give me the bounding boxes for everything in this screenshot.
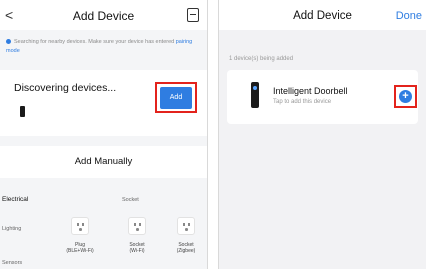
subcategory-socket: Socket [122,197,139,203]
category-sensors[interactable]: Sensors [2,260,22,266]
device-thumbnail-icon [20,106,25,117]
device-label-socket-zigbee: Socket (Zigbee) [176,242,196,254]
device-card[interactable]: Intelligent Doorbell Tap to add this dev… [227,70,418,124]
header: < Add Device [0,0,207,30]
scan-icon[interactable] [187,8,199,22]
category-lighting[interactable]: Lighting [2,226,21,232]
done-button[interactable]: Done [396,10,422,22]
add-device-panel-left: < Add Device Searching for nearby device… [0,0,208,269]
info-icon [6,39,11,45]
hint-text: Searching for nearby devices. Make sure … [14,39,175,45]
adding-hint: 1 device(s) being added [229,56,294,62]
add-manually-label: Add Manually [74,156,133,167]
add-manually-bar[interactable]: Add Manually [0,146,207,178]
highlight-box [155,82,197,113]
device-label-plug: Plug (BLE+Wi-Fi) [66,242,94,254]
category-electrical[interactable]: Electrical [2,196,28,203]
header: Add Device Done [219,0,426,30]
plug-icon[interactable] [71,217,89,235]
device-label-socket-wifi: Socket (Wi-Fi) [129,242,145,254]
doorbell-icon [251,82,259,108]
plug-icon[interactable] [177,217,195,235]
device-subtitle: Tap to add this device [273,99,332,105]
plug-icon[interactable] [128,217,146,235]
add-device-panel-right: Add Device Done 1 device(s) being added … [218,0,426,269]
page-title: Add Device [72,9,135,23]
highlight-box [394,85,417,108]
search-hint: Searching for nearby devices. Make sure … [6,38,201,56]
device-name: Intelligent Doorbell [273,86,348,96]
discovering-label: Discovering devices... [14,82,117,94]
